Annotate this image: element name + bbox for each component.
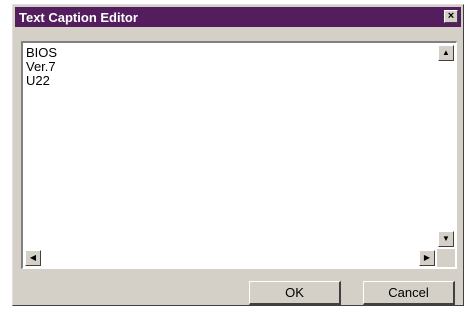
cancel-button[interactable]: Cancel <box>363 281 455 305</box>
title-bar: Text Caption Editor × <box>15 7 461 27</box>
scroll-right-icon[interactable]: ▶ <box>419 250 435 266</box>
scroll-up-icon[interactable]: ▲ <box>438 45 454 61</box>
horizontal-scrollbar[interactable]: ◀ ▶ <box>24 249 436 267</box>
resize-grip <box>437 249 455 267</box>
vertical-scrollbar[interactable]: ▲ ▼ <box>437 44 455 248</box>
window-title: Text Caption Editor <box>19 9 138 25</box>
close-icon[interactable]: × <box>444 10 458 23</box>
scroll-down-icon[interactable]: ▼ <box>438 231 454 247</box>
caption-text-editor[interactable]: BIOS Ver.7 U22 ▲ ▼ ◀ ▶ <box>21 41 457 269</box>
scroll-left-icon[interactable]: ◀ <box>25 250 41 266</box>
ok-button[interactable]: OK <box>249 281 341 305</box>
caption-text[interactable]: BIOS Ver.7 U22 <box>26 46 432 246</box>
text-caption-editor-dialog: Text Caption Editor × BIOS Ver.7 U22 ▲ ▼… <box>12 4 464 306</box>
